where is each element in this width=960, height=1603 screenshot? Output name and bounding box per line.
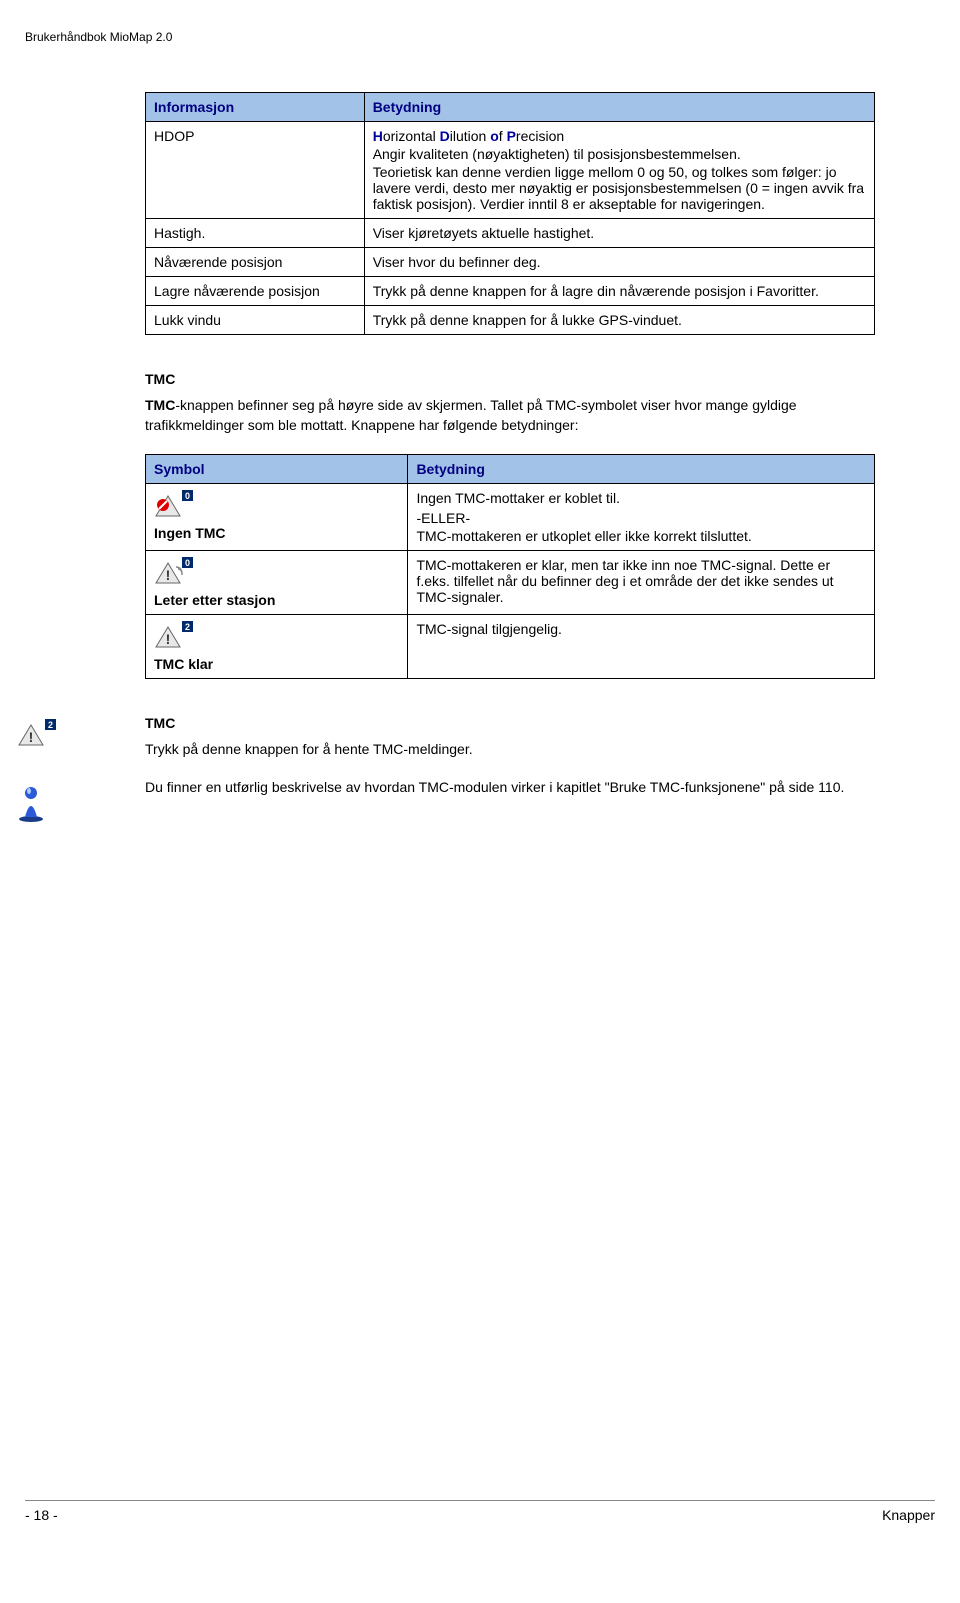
svg-text:!: !	[166, 567, 171, 583]
svg-text:2: 2	[48, 720, 53, 730]
symbol-table: Symbol Betydning 0 Ingen TMC	[145, 454, 875, 679]
svg-text:0: 0	[185, 491, 190, 501]
svg-text:!: !	[29, 729, 34, 745]
hdop-initial: P	[507, 128, 516, 144]
info-value: Viser kjøretøyets aktuelle hastighet.	[373, 225, 595, 241]
hdop-initial: D	[440, 128, 450, 144]
info-value: Horizontal Dilution of Precision	[373, 128, 866, 144]
symbol-label: TMC klar	[154, 656, 399, 672]
info-label: Nåværende posisjon	[154, 254, 282, 270]
hdop-initial: H	[373, 128, 383, 144]
table-row: 0 ! Leter etter stasjon TMC-mottakeren e…	[146, 550, 875, 614]
symbol-label: Leter etter stasjon	[154, 592, 399, 608]
table-header: Informasjon	[154, 99, 234, 115]
table-row: HDOP Horizontal Dilution of Precision An…	[146, 122, 875, 219]
symbol-meaning: TMC-signal tilgjengelig.	[416, 621, 562, 637]
table-header: Symbol	[154, 461, 205, 477]
table-header: Betydning	[416, 461, 484, 477]
info-value: Angir kvaliteten (nøyaktigheten) til pos…	[373, 146, 866, 162]
info-label: HDOP	[154, 128, 194, 144]
hdop-initial: o	[490, 128, 499, 144]
info-label: Hastigh.	[154, 225, 205, 241]
tmc-action: Trykk på denne knappen for å hente TMC-m…	[145, 739, 875, 759]
page-number: - 18 -	[25, 1507, 58, 1523]
symbol-meaning: TMC-mottakeren er utkoplet eller ikke ko…	[416, 528, 866, 544]
info-value: Trykk på denne knappen for å lukke GPS-v…	[373, 312, 682, 328]
information-table: Informasjon Betydning HDOP Horizontal Di…	[145, 92, 875, 335]
page-header: Brukerhåndbok MioMap 2.0	[25, 30, 875, 44]
svg-text:0: 0	[185, 558, 190, 568]
footer-section: Knapper	[882, 1507, 935, 1523]
tmc-no-receiver-icon: 0	[154, 490, 194, 521]
info-label: Lagre nåværende posisjon	[154, 283, 320, 299]
svg-text:!: !	[166, 631, 171, 647]
tmc-searching-icon: 0 !	[154, 557, 194, 588]
table-row: Hastigh. Viser kjøretøyets aktuelle hast…	[146, 219, 875, 248]
info-label: Lukk vindu	[154, 312, 221, 328]
section-title-tmc2: TMC	[145, 715, 875, 731]
table-row: 0 Ingen TMC Ingen TMC-mottaker er koblet…	[146, 483, 875, 550]
symbol-meaning: TMC-mottakeren er klar, men tar ikke inn…	[416, 557, 833, 605]
page-footer: - 18 - Knapper	[25, 1500, 935, 1523]
svg-text:2: 2	[185, 622, 190, 632]
info-value: Viser hvor du befinner deg.	[373, 254, 541, 270]
table-header: Betydning	[373, 99, 441, 115]
tmc-reference: Du finner en utførlig beskrivelse av hvo…	[145, 777, 875, 797]
info-value: Trykk på denne knappen for å lagre din n…	[373, 283, 819, 299]
table-row: Lukk vindu Trykk på denne knappen for å …	[146, 306, 875, 335]
info-value: Teorietisk kan denne verdien ligge mello…	[373, 164, 866, 212]
table-row: 2 ! TMC klar TMC-signal tilgjengelig.	[146, 614, 875, 678]
section-title-tmc: TMC	[145, 371, 875, 387]
symbol-label: Ingen TMC	[154, 525, 399, 541]
symbol-meaning: -ELLER-	[416, 510, 866, 526]
table-row: Lagre nåværende posisjon Trykk på denne …	[146, 277, 875, 306]
tmc-description: TMC-knappen befinner seg på høyre side a…	[145, 395, 875, 436]
tmc-margin-icon: 2 !	[17, 719, 57, 752]
pawn-icon	[17, 783, 49, 828]
symbol-meaning: Ingen TMC-mottaker er koblet til.	[416, 490, 866, 506]
table-row: Nåværende posisjon Viser hvor du befinne…	[146, 248, 875, 277]
tmc-ready-icon: 2 !	[154, 621, 194, 652]
